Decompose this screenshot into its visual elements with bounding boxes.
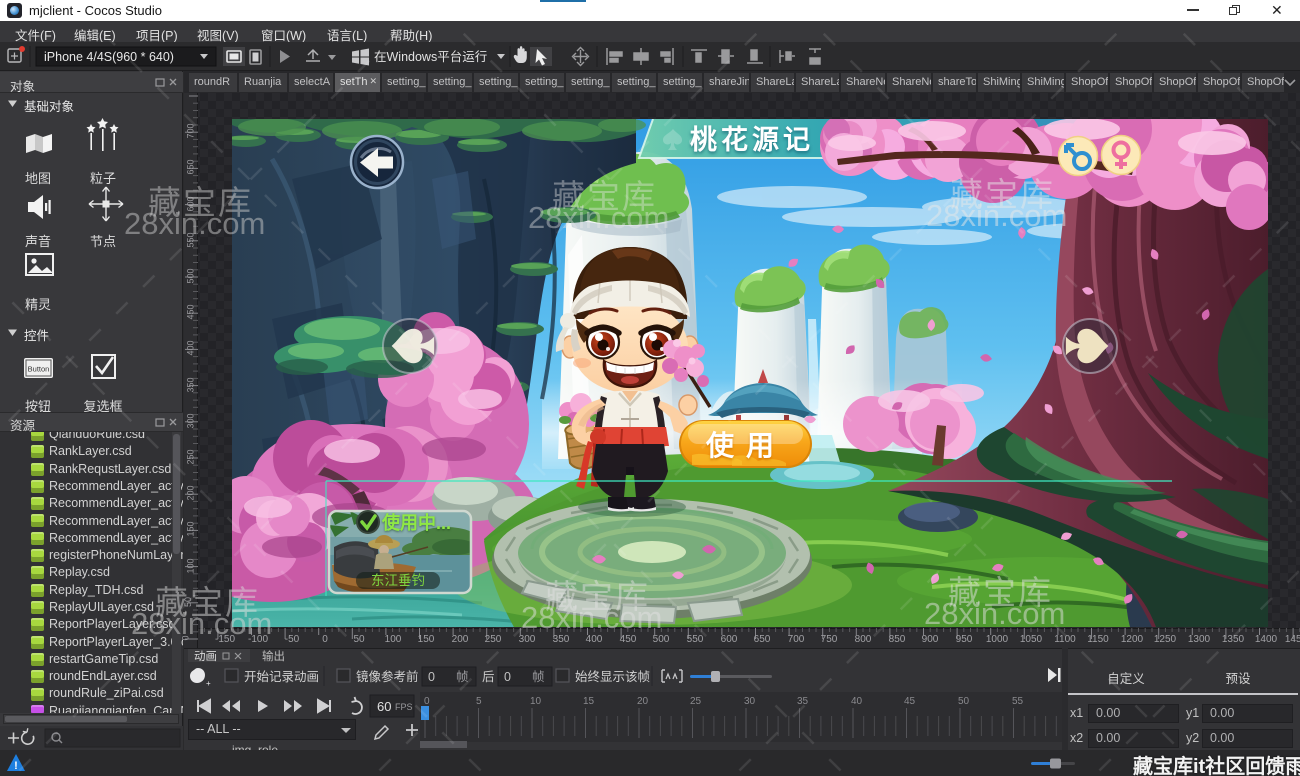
svg-text:0: 0 (504, 670, 511, 684)
svg-text:iPhone 4/4S(960 * 640): iPhone 4/4S(960 * 640) (44, 50, 174, 64)
svg-text:FPS: FPS (395, 702, 413, 712)
svg-text:0: 0 (424, 696, 430, 707)
svg-text:始终显示该帧: 始终显示该帧 (575, 669, 650, 684)
svg-text:!: ! (14, 760, 18, 772)
svg-text:20: 20 (637, 696, 649, 707)
svg-text:桃花源记: 桃花源记 (690, 125, 814, 155)
svg-text:10: 10 (530, 696, 542, 707)
svg-text:镜像参考: 镜像参考 (356, 669, 406, 684)
svg-text:后: 后 (482, 670, 495, 684)
svg-text:25: 25 (690, 696, 702, 707)
svg-text:帧: 帧 (532, 670, 545, 684)
svg-text:帧: 帧 (456, 670, 469, 684)
svg-text:使用中...: 使用中... (381, 512, 451, 533)
svg-text:40: 40 (851, 696, 863, 707)
svg-text:45: 45 (904, 696, 916, 707)
svg-text:60: 60 (377, 699, 391, 714)
svg-text:在Windows平台运行: 在Windows平台运行 (374, 49, 487, 64)
svg-text:15: 15 (583, 696, 595, 707)
svg-text:5: 5 (476, 696, 482, 707)
svg-text:55: 55 (1012, 696, 1024, 707)
svg-text:50: 50 (958, 696, 970, 707)
svg-text:0: 0 (428, 670, 435, 684)
svg-text:东江垂钓: 东江垂钓 (371, 573, 425, 588)
svg-text:前: 前 (406, 669, 419, 684)
svg-text:+: + (206, 679, 211, 688)
svg-text:35: 35 (797, 696, 809, 707)
svg-text:使用: 使用 (705, 430, 786, 461)
svg-text:开始记录动画: 开始记录动画 (244, 670, 319, 684)
svg-text:Button: Button (28, 365, 50, 374)
svg-text:30: 30 (744, 696, 756, 707)
